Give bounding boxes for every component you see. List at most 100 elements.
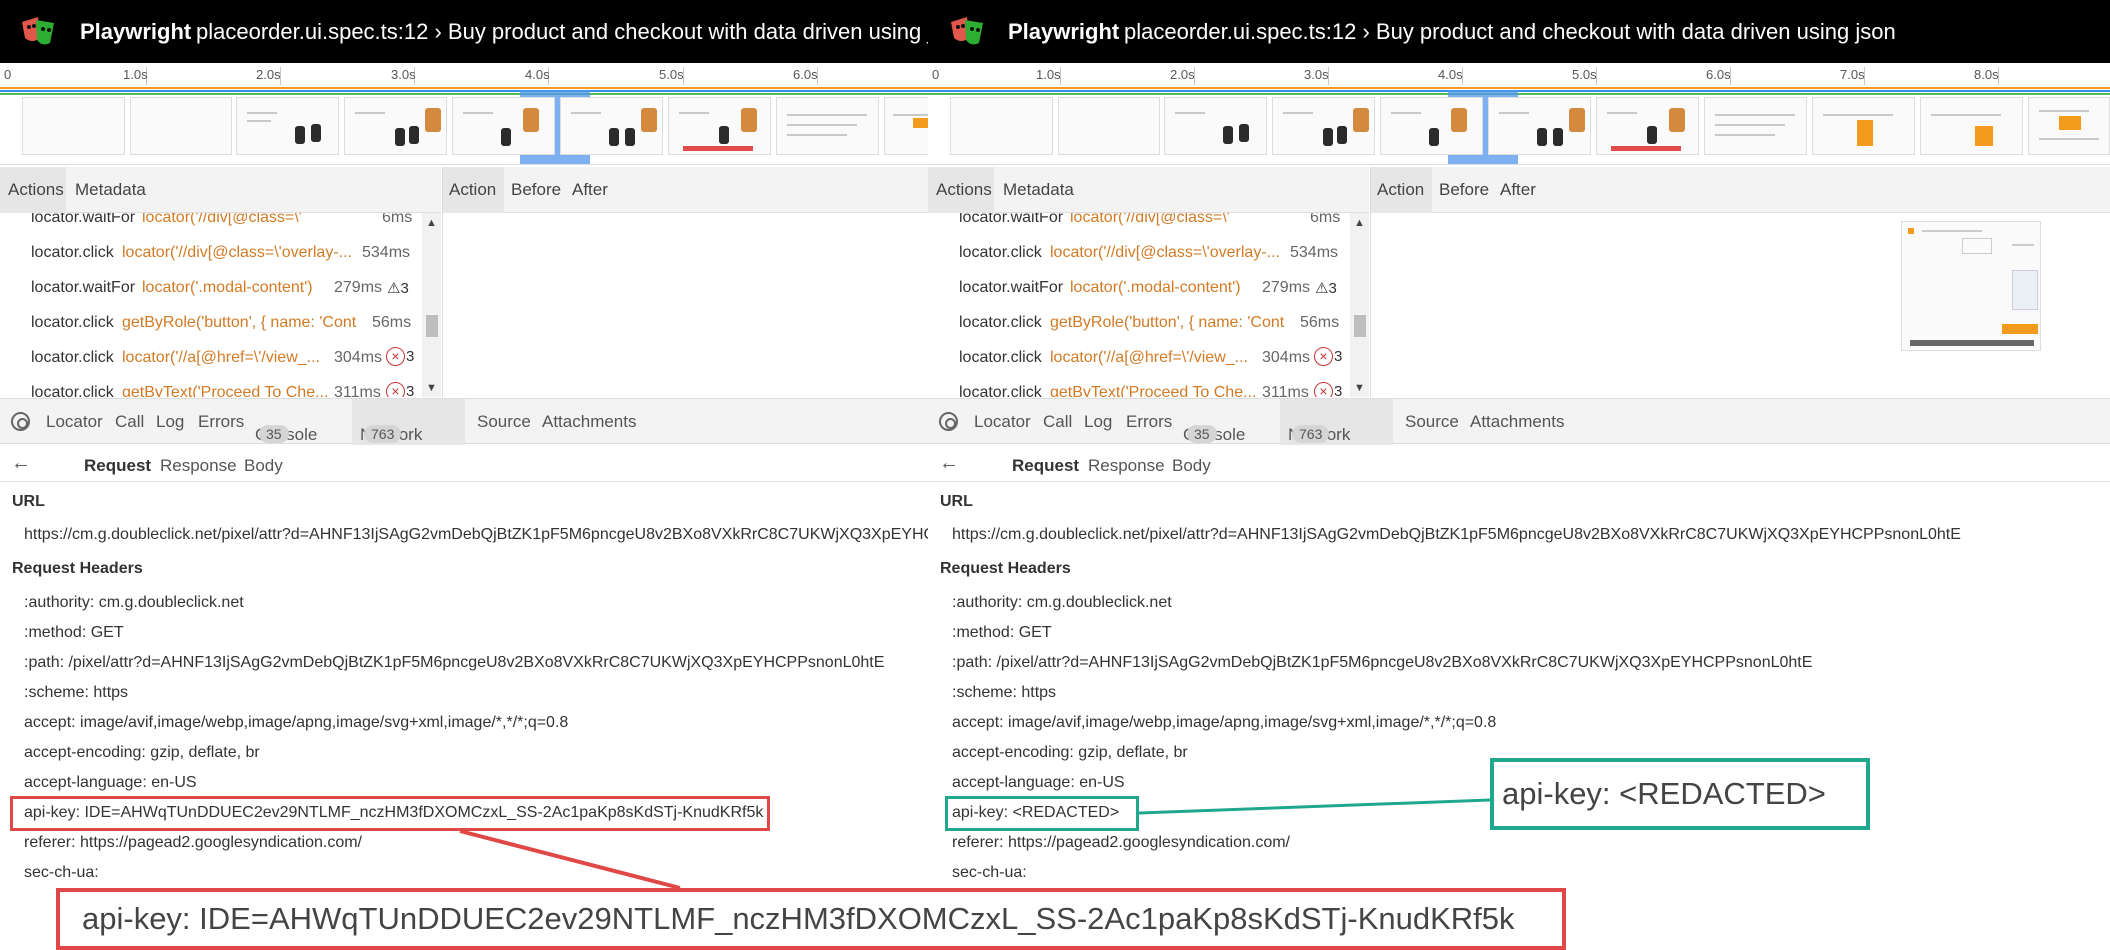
api-key-callout: api-key: IDE=AHWqTUnDDUEC2ev29NTLMF_nczH… bbox=[56, 888, 1566, 950]
timeline-tick-label: 0 bbox=[932, 67, 940, 82]
header-line: accept-encoding: gzip, deflate, br bbox=[24, 744, 260, 761]
action-name: locator.click bbox=[31, 349, 114, 366]
timeline-thumbnail[interactable] bbox=[22, 97, 125, 155]
action-selector: locator('//div[@class=\'overlay... bbox=[142, 213, 302, 226]
api-key-highlight-box bbox=[10, 796, 770, 831]
scrollbar-thumb[interactable] bbox=[426, 315, 438, 337]
tab-response[interactable]: Response bbox=[160, 456, 237, 476]
timeline-thumbnail[interactable] bbox=[1058, 97, 1160, 155]
timeline-tick-label: 4.0s bbox=[1438, 67, 1463, 82]
action-list-scrollbar[interactable]: ▲ ▼ bbox=[422, 213, 441, 397]
action-duration: 279ms bbox=[1262, 279, 1311, 296]
action-selector: locator('//div[@class=\'overlay-... bbox=[1050, 244, 1280, 261]
action-row[interactable]: locator.waitFor locator('.modal-content'… bbox=[928, 271, 1358, 306]
scroll-down-icon[interactable]: ▼ bbox=[1354, 382, 1365, 394]
action-row[interactable]: locator.click getByText('Proceed To Che.… bbox=[928, 376, 1358, 397]
timeline-thumbnail[interactable] bbox=[130, 97, 232, 155]
timeline-thumbnail[interactable] bbox=[884, 97, 928, 155]
timeline-thumbnail[interactable] bbox=[950, 97, 1053, 155]
back-arrow-icon[interactable]: ← bbox=[939, 452, 959, 475]
action-row[interactable]: locator.click getByRole('button', { name… bbox=[0, 306, 430, 341]
timeline-thumbnail[interactable] bbox=[1164, 97, 1267, 155]
action-row[interactable]: locator.click locator('//a[@href=\'/view… bbox=[928, 341, 1358, 376]
error-icon: × bbox=[386, 347, 405, 366]
timeline[interactable]: 0 1.0s 2.0s 3.0s 4.0s 5.0s 6.0s bbox=[0, 63, 928, 165]
snapshot-area bbox=[1370, 213, 2110, 397]
tab-locator[interactable]: Locator bbox=[46, 412, 103, 432]
timeline-thumbnail[interactable] bbox=[668, 97, 771, 155]
timeline-thumbnail[interactable] bbox=[344, 97, 447, 155]
action-row[interactable]: locator.waitFor locator('//div[@class=\'… bbox=[0, 213, 430, 236]
header-line: :method: GET bbox=[952, 624, 1052, 641]
snapshot-area bbox=[442, 213, 928, 397]
action-name: locator.click bbox=[31, 384, 114, 397]
tab-request[interactable]: Request bbox=[84, 456, 151, 476]
timeline-tick-label: 1.0s bbox=[1036, 67, 1061, 82]
tab-attachments[interactable]: Attachments bbox=[542, 412, 637, 432]
timeline-thumbnail[interactable] bbox=[1596, 97, 1699, 155]
tab-source[interactable]: Source bbox=[1405, 412, 1459, 432]
pick-locator-icon[interactable] bbox=[11, 412, 30, 431]
back-arrow-icon[interactable]: ← bbox=[11, 452, 31, 475]
timeline-thumbnail[interactable] bbox=[1488, 97, 1591, 155]
scroll-up-icon[interactable]: ▲ bbox=[426, 217, 437, 229]
snapshot-tab-bar: Action Before After bbox=[1370, 167, 2110, 213]
scroll-up-icon[interactable]: ▲ bbox=[1354, 217, 1365, 229]
tab-response[interactable]: Response bbox=[1088, 456, 1165, 476]
scrollbar-thumb[interactable] bbox=[1354, 315, 1366, 337]
request-headers-heading: Request Headers bbox=[940, 560, 1071, 577]
timeline-thumbnail[interactable] bbox=[1812, 97, 1915, 155]
action-row[interactable]: locator.waitFor locator('.modal-content'… bbox=[0, 271, 430, 306]
pick-locator-icon[interactable] bbox=[939, 412, 958, 431]
tab-after[interactable]: After bbox=[1500, 180, 1536, 200]
tab-actions[interactable]: Actions bbox=[936, 180, 992, 200]
page-snapshot-thumbnail[interactable] bbox=[1901, 221, 2041, 351]
tab-source[interactable]: Source bbox=[477, 412, 531, 432]
timeline-thumbnail[interactable] bbox=[1272, 97, 1375, 155]
error-indicator: × 3 bbox=[386, 347, 414, 366]
scroll-down-icon[interactable]: ▼ bbox=[426, 382, 437, 394]
tab-call[interactable]: Call bbox=[1043, 412, 1072, 432]
action-row[interactable]: locator.click locator('//div[@class=\'ov… bbox=[928, 236, 1358, 271]
action-row[interactable]: locator.click getByText('Proceed To Che.… bbox=[0, 376, 430, 397]
tab-log[interactable]: Log bbox=[156, 412, 184, 432]
timeline-thumbnail[interactable] bbox=[560, 97, 663, 155]
tab-errors[interactable]: Errors bbox=[1126, 412, 1172, 432]
timeline-thumbnail[interactable] bbox=[1380, 97, 1483, 155]
timeline-thumbnail[interactable] bbox=[236, 97, 339, 155]
test-title: placeorder.ui.spec.ts:12 › Buy product a… bbox=[1124, 19, 1896, 44]
request-url: https://cm.g.doubleclick.net/pixel/attr?… bbox=[952, 526, 1961, 543]
timeline-thumbnail[interactable] bbox=[1704, 97, 1807, 155]
tab-body[interactable]: Body bbox=[1172, 456, 1211, 476]
tab-before[interactable]: Before bbox=[511, 180, 561, 200]
tab-call[interactable]: Call bbox=[115, 412, 144, 432]
tab-after[interactable]: After bbox=[572, 180, 608, 200]
action-row[interactable]: locator.waitFor locator('//div[@class=\'… bbox=[928, 213, 1358, 236]
timeline-thumbnail[interactable] bbox=[776, 97, 879, 155]
warning-icon: ⚠ bbox=[387, 280, 401, 297]
action-row[interactable]: locator.click locator('//div[@class=\'ov… bbox=[0, 236, 430, 271]
tab-metadata[interactable]: Metadata bbox=[75, 180, 146, 200]
timeline-thumbnail[interactable] bbox=[2028, 97, 2110, 155]
tab-before[interactable]: Before bbox=[1439, 180, 1489, 200]
header-line: referer: https://pagead2.googlesyndicati… bbox=[24, 834, 362, 851]
action-row[interactable]: locator.click locator('//a[@href=\'/view… bbox=[0, 341, 430, 376]
action-row[interactable]: locator.click getByRole('button', { name… bbox=[928, 306, 1358, 341]
tab-locator[interactable]: Locator bbox=[974, 412, 1031, 432]
timeline[interactable]: 0 1.0s 2.0s 3.0s 4.0s 5.0s 6.0s 7.0s 8.0… bbox=[928, 63, 2110, 165]
tab-action[interactable]: Action bbox=[1377, 180, 1424, 200]
tab-body[interactable]: Body bbox=[244, 456, 283, 476]
timeline-thumbnail[interactable] bbox=[1920, 97, 2023, 155]
action-list-scrollbar[interactable]: ▲ ▼ bbox=[1350, 213, 1369, 397]
error-count: 3 bbox=[406, 348, 415, 365]
header-line: :path: /pixel/attr?d=AHNF13IjSAgG2vmDebQ… bbox=[24, 654, 885, 671]
timeline-thumbnail[interactable] bbox=[452, 97, 555, 155]
tab-errors[interactable]: Errors bbox=[198, 412, 244, 432]
tab-actions[interactable]: Actions bbox=[8, 180, 64, 200]
tab-attachments[interactable]: Attachments bbox=[1470, 412, 1565, 432]
tab-request[interactable]: Request bbox=[1012, 456, 1079, 476]
warning-indicator: ⚠3 bbox=[1315, 279, 1337, 297]
tab-action[interactable]: Action bbox=[449, 180, 496, 200]
tab-log[interactable]: Log bbox=[1084, 412, 1112, 432]
tab-metadata[interactable]: Metadata bbox=[1003, 180, 1074, 200]
